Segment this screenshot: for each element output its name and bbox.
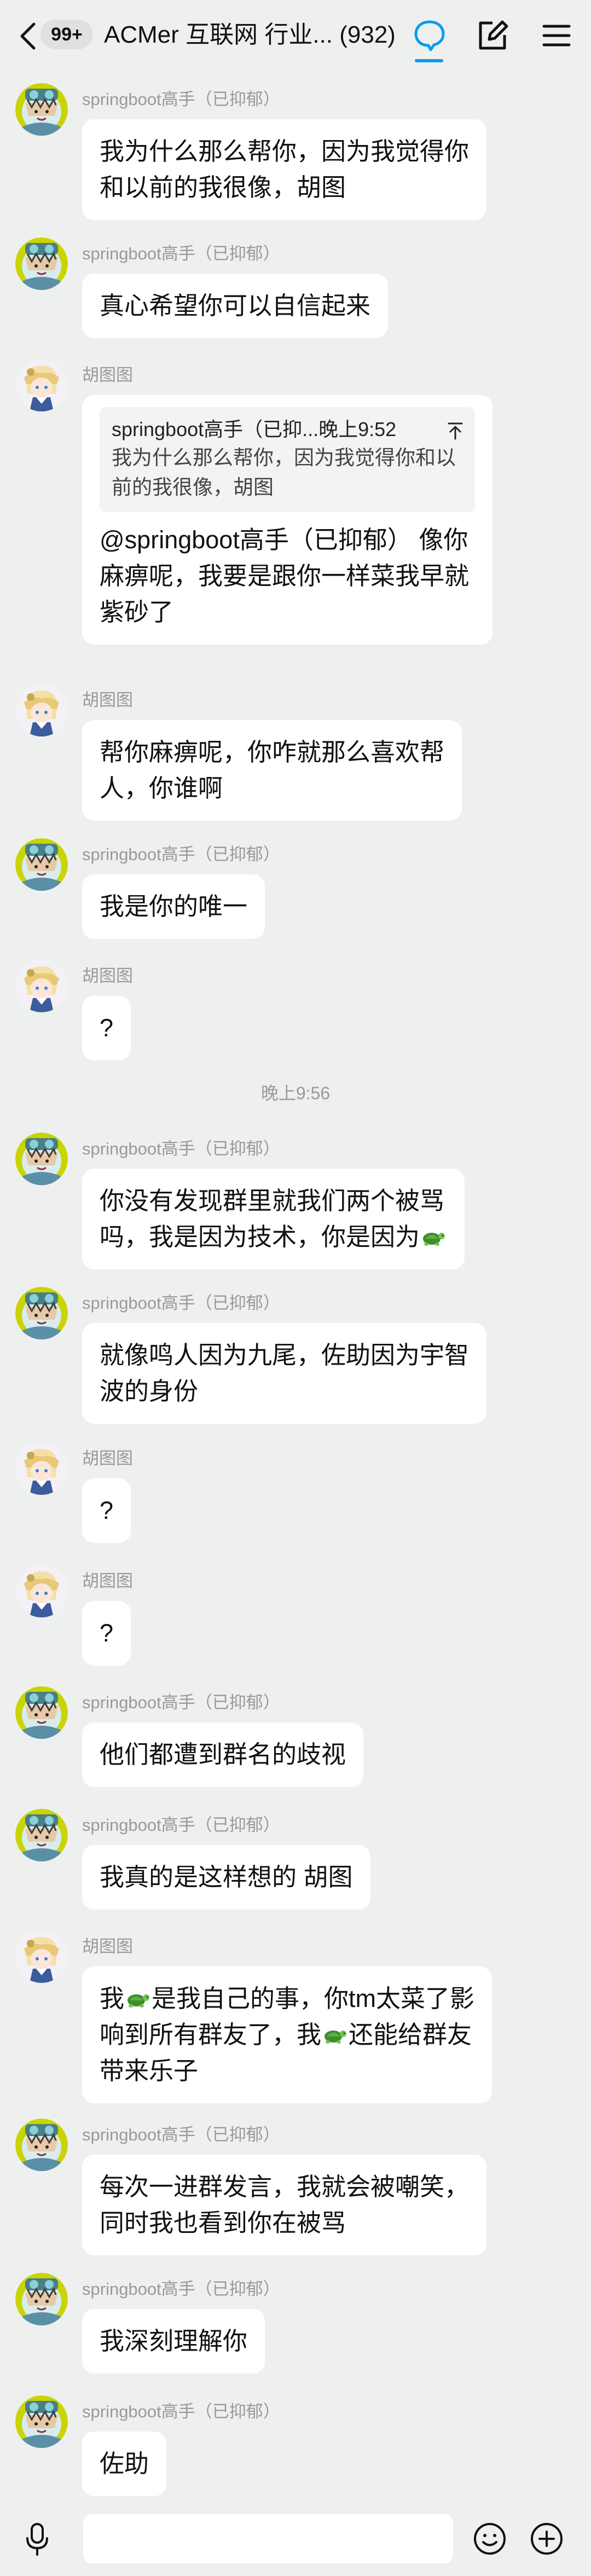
- avatar[interactable]: [15, 359, 68, 411]
- turtle-emoji: [421, 1227, 446, 1248]
- plus-circle-icon[interactable]: [530, 2522, 564, 2556]
- message-text: @springboot高手（已抑郁） 像你: [100, 526, 468, 554]
- sender-name: springboot高手（已抑郁）: [82, 1815, 280, 1835]
- quote-header: springboot高手（已抑...晚上9:52: [112, 418, 397, 440]
- avatar[interactable]: [15, 1442, 68, 1495]
- message-text: 我是你的唯一: [100, 892, 248, 920]
- message-text: 就像鸣人因为九尾，佐助因为宇智: [100, 1341, 470, 1369]
- message-text: ?: [100, 1619, 114, 1647]
- sender-name: 胡图图: [82, 691, 133, 710]
- sender-name: 胡图图: [82, 365, 133, 385]
- sender-name: springboot高手（已抑郁）: [82, 90, 280, 109]
- message-text: 佐助: [100, 2450, 149, 2478]
- message-text: 响到所有群友了，我: [100, 2021, 322, 2049]
- sender-name: springboot高手（已抑郁）: [82, 1293, 280, 1313]
- avatar[interactable]: [15, 684, 68, 736]
- message-text: 你没有发现群里就我们两个被骂: [100, 1187, 445, 1215]
- message-text: 人，你谁啊: [100, 774, 223, 802]
- message-bubble[interactable]: 帮你麻痹呢，你咋就那么喜欢帮 人，你谁啊: [82, 720, 462, 821]
- message-text: 我: [100, 1985, 125, 2012]
- menu-icon[interactable]: [538, 18, 575, 54]
- avatar[interactable]: [15, 2273, 68, 2325]
- quoted-message[interactable]: springboot高手（已抑...晚上9:52 我为什么那么帮你，因为我觉得你…: [100, 407, 475, 512]
- message-text: 波的身份: [100, 1377, 199, 1405]
- turtle-emoji: [322, 2024, 347, 2045]
- turtle-emoji: [125, 1988, 150, 2009]
- message-bubble[interactable]: 佐助: [82, 2432, 167, 2496]
- avatar[interactable]: [15, 83, 68, 136]
- avatar[interactable]: [15, 1287, 68, 1339]
- input-bar: [0, 2498, 591, 2576]
- message-text: 紫砂了: [100, 598, 174, 626]
- sender-name: springboot高手（已抑郁）: [82, 244, 280, 263]
- avatar[interactable]: [15, 2119, 68, 2171]
- sender-name: 胡图图: [82, 1449, 133, 1468]
- message-text: ?: [100, 1014, 114, 1042]
- avatar[interactable]: [15, 1809, 68, 1861]
- message-text: 和以前的我很像，胡图: [100, 173, 346, 201]
- message-text: 真心希望你可以自信起来: [100, 292, 371, 320]
- message-text: 每次一进群发言，我就会被嘲笑，: [100, 2173, 470, 2201]
- message-bubble[interactable]: 他们都遭到群名的歧视: [82, 1722, 364, 1787]
- microphone-icon[interactable]: [24, 2522, 50, 2557]
- message-bubble[interactable]: 真心希望你可以自信起来: [82, 274, 389, 338]
- message-text: 我为什么那么帮你，因为我觉得你: [100, 137, 470, 165]
- message-bubble[interactable]: 你没有发现群里就我们两个被骂 吗，我是因为技术，你是因为: [82, 1169, 465, 1269]
- message-bubble[interactable]: 我深刻理解你: [82, 2309, 265, 2374]
- message-bubble[interactable]: 我是你的唯一: [82, 874, 265, 939]
- message-text: 带来乐子: [100, 2057, 199, 2085]
- sender-name: springboot高手（已抑郁）: [82, 1139, 280, 1158]
- avatar[interactable]: [15, 1133, 68, 1185]
- message-text: 还能给群友: [349, 2021, 472, 2049]
- message-bubble[interactable]: ?: [82, 1478, 131, 1543]
- sender-name: springboot高手（已抑郁）: [82, 2125, 280, 2144]
- message-text: 麻痹呢，我要是跟你一样菜我早就: [100, 562, 470, 590]
- group-title[interactable]: ACMer 互联网 行业... (932): [104, 19, 394, 51]
- message-text: 我深刻理解你: [100, 2327, 248, 2355]
- message-text: 他们都遭到群名的歧视: [100, 1740, 346, 1768]
- avatar[interactable]: [15, 838, 68, 891]
- smiley-icon[interactable]: [473, 2522, 507, 2556]
- sender-name: springboot高手（已抑郁）: [82, 2402, 280, 2421]
- quote-text: 前的我很像，胡图: [112, 476, 274, 498]
- sender-name: 胡图图: [82, 966, 133, 985]
- unread-badge[interactable]: 99+: [40, 20, 93, 49]
- message-bubble[interactable]: ?: [82, 996, 131, 1060]
- message-text: 吗，我是因为技术，你是因为: [100, 1223, 420, 1251]
- message-bubble[interactable]: springboot高手（已抑...晚上9:52 我为什么那么帮你，因为我觉得你…: [82, 395, 493, 645]
- avatar[interactable]: [15, 1686, 68, 1739]
- message-text: 帮你麻痹呢，你咋就那么喜欢帮: [100, 738, 445, 766]
- time-separator: 晚上9:56: [260, 1083, 331, 1103]
- pin-icon[interactable]: [447, 421, 464, 440]
- message-text: 是我自己的事，你tm太菜了影: [152, 1985, 475, 2012]
- avatar[interactable]: [15, 960, 68, 1012]
- sender-name: 胡图图: [82, 1571, 133, 1591]
- sender-name: 胡图图: [82, 1937, 133, 1956]
- message-text: ?: [100, 1496, 114, 1524]
- chat-bubble-icon[interactable]: [412, 18, 448, 54]
- avatar[interactable]: [15, 237, 68, 290]
- sender-name: springboot高手（已抑郁）: [82, 1693, 280, 1712]
- sender-name: springboot高手（已抑郁）: [82, 845, 280, 864]
- chevron-left-icon[interactable]: [18, 21, 39, 51]
- message-input[interactable]: [83, 2514, 453, 2563]
- message-bubble[interactable]: ?: [82, 1601, 131, 1666]
- edit-icon[interactable]: [474, 18, 510, 54]
- message-bubble[interactable]: 就像鸣人因为九尾，佐助因为宇智 波的身份: [82, 1323, 487, 1424]
- message-bubble[interactable]: 我真的是这样想的 胡图: [82, 1845, 370, 1910]
- message-text: 同时我也看到你在被骂: [100, 2209, 346, 2237]
- message-bubble[interactable]: 每次一进群发言，我就会被嘲笑， 同时我也看到你在被骂: [82, 2155, 487, 2255]
- avatar[interactable]: [15, 1565, 68, 1617]
- avatar[interactable]: [15, 2395, 68, 2448]
- avatar[interactable]: [15, 1930, 68, 1983]
- chat-header: 99+ ACMer 互联网 行业... (932): [0, 0, 591, 71]
- message-bubble[interactable]: 我是我自己的事，你tm太菜了影 响到所有群友了，我 还能给群友 带来乐子: [82, 1966, 493, 2103]
- active-tab-indicator: [415, 59, 443, 62]
- quote-text: 我为什么那么帮你，因为我觉得你和以: [112, 446, 456, 469]
- sender-name: springboot高手（已抑郁）: [82, 2279, 280, 2299]
- message-text: 我真的是这样想的 胡图: [100, 1863, 353, 1891]
- message-bubble[interactable]: 我为什么那么帮你，因为我觉得你 和以前的我很像，胡图: [82, 119, 487, 220]
